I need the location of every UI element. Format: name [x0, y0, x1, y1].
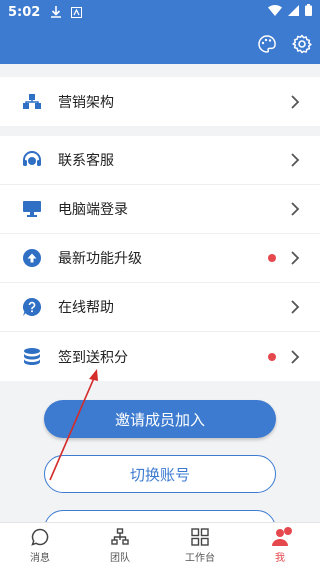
wifi-icon — [268, 4, 282, 20]
chevron-right-icon — [291, 300, 300, 314]
status-bar: 5:02 — [0, 0, 320, 24]
grid-icon — [190, 527, 210, 547]
menu-label: 在线帮助 — [58, 300, 114, 316]
chevron-right-icon — [291, 153, 300, 167]
headset-icon — [22, 150, 42, 170]
chat-bubble-icon — [30, 527, 50, 547]
menu-item-feature-upgrade[interactable]: 最新功能升级 — [0, 234, 320, 283]
menu-item-contact-support[interactable]: 联系客服 — [0, 136, 320, 185]
download-icon — [50, 6, 62, 18]
tab-label: 我 — [275, 553, 285, 564]
menu-label: 联系客服 — [58, 153, 114, 169]
battery-icon — [305, 4, 312, 20]
menu-item-marketing-structure[interactable]: 营销架构 — [0, 77, 320, 126]
menu-item-desktop-login[interactable]: 电脑端登录 — [0, 185, 320, 234]
switch-account-button[interactable]: 切换账号 — [44, 455, 276, 493]
chevron-right-icon — [291, 349, 300, 364]
org-structure-icon — [22, 92, 42, 112]
monitor-icon — [22, 199, 42, 219]
chevron-right-icon — [291, 94, 300, 109]
tab-label: 消息 — [30, 553, 50, 564]
menu-item-checkin-points[interactable]: 签到送积分 — [0, 332, 320, 381]
tab-team[interactable]: 团队 — [80, 523, 160, 568]
menu-label: 签到送积分 — [58, 349, 128, 366]
palette-icon[interactable] — [255, 32, 279, 56]
tab-messages[interactable]: 消息 — [0, 523, 80, 568]
tab-workbench[interactable]: 工作台 — [160, 523, 240, 568]
menu-label: 营销架构 — [58, 94, 114, 111]
signal-icon — [288, 4, 299, 20]
coins-icon — [22, 347, 42, 367]
menu-label: 最新功能升级 — [58, 251, 142, 267]
menu-item-online-help[interactable]: 在线帮助 — [0, 283, 320, 332]
menu-label: 电脑端登录 — [58, 202, 128, 218]
app-header — [0, 24, 320, 64]
upgrade-icon — [22, 248, 42, 268]
help-icon — [22, 297, 42, 317]
menu-section-services: 联系客服 电脑端登录 最新功能升级 在线帮助 签到送积分 — [0, 136, 320, 381]
tab-label: 工作台 — [185, 553, 215, 564]
team-tree-icon — [110, 527, 130, 547]
new-indicator-dot — [268, 254, 276, 262]
status-time: 5:02 — [8, 4, 41, 20]
tab-me[interactable]: 我 — [240, 523, 320, 568]
menu-section-structure: 营销架构 — [0, 77, 320, 126]
app-notification-icon — [70, 6, 82, 18]
tab-badge-dot — [284, 527, 292, 535]
new-indicator-dot — [268, 352, 276, 361]
chevron-right-icon — [291, 251, 300, 265]
invite-member-button[interactable]: 邀请成员加入 — [44, 400, 276, 438]
chevron-right-icon — [291, 202, 300, 216]
tab-label: 团队 — [110, 553, 130, 564]
bottom-tab-bar: 消息 团队 工作台 我 — [0, 522, 320, 568]
settings-gear-icon[interactable] — [290, 32, 314, 56]
